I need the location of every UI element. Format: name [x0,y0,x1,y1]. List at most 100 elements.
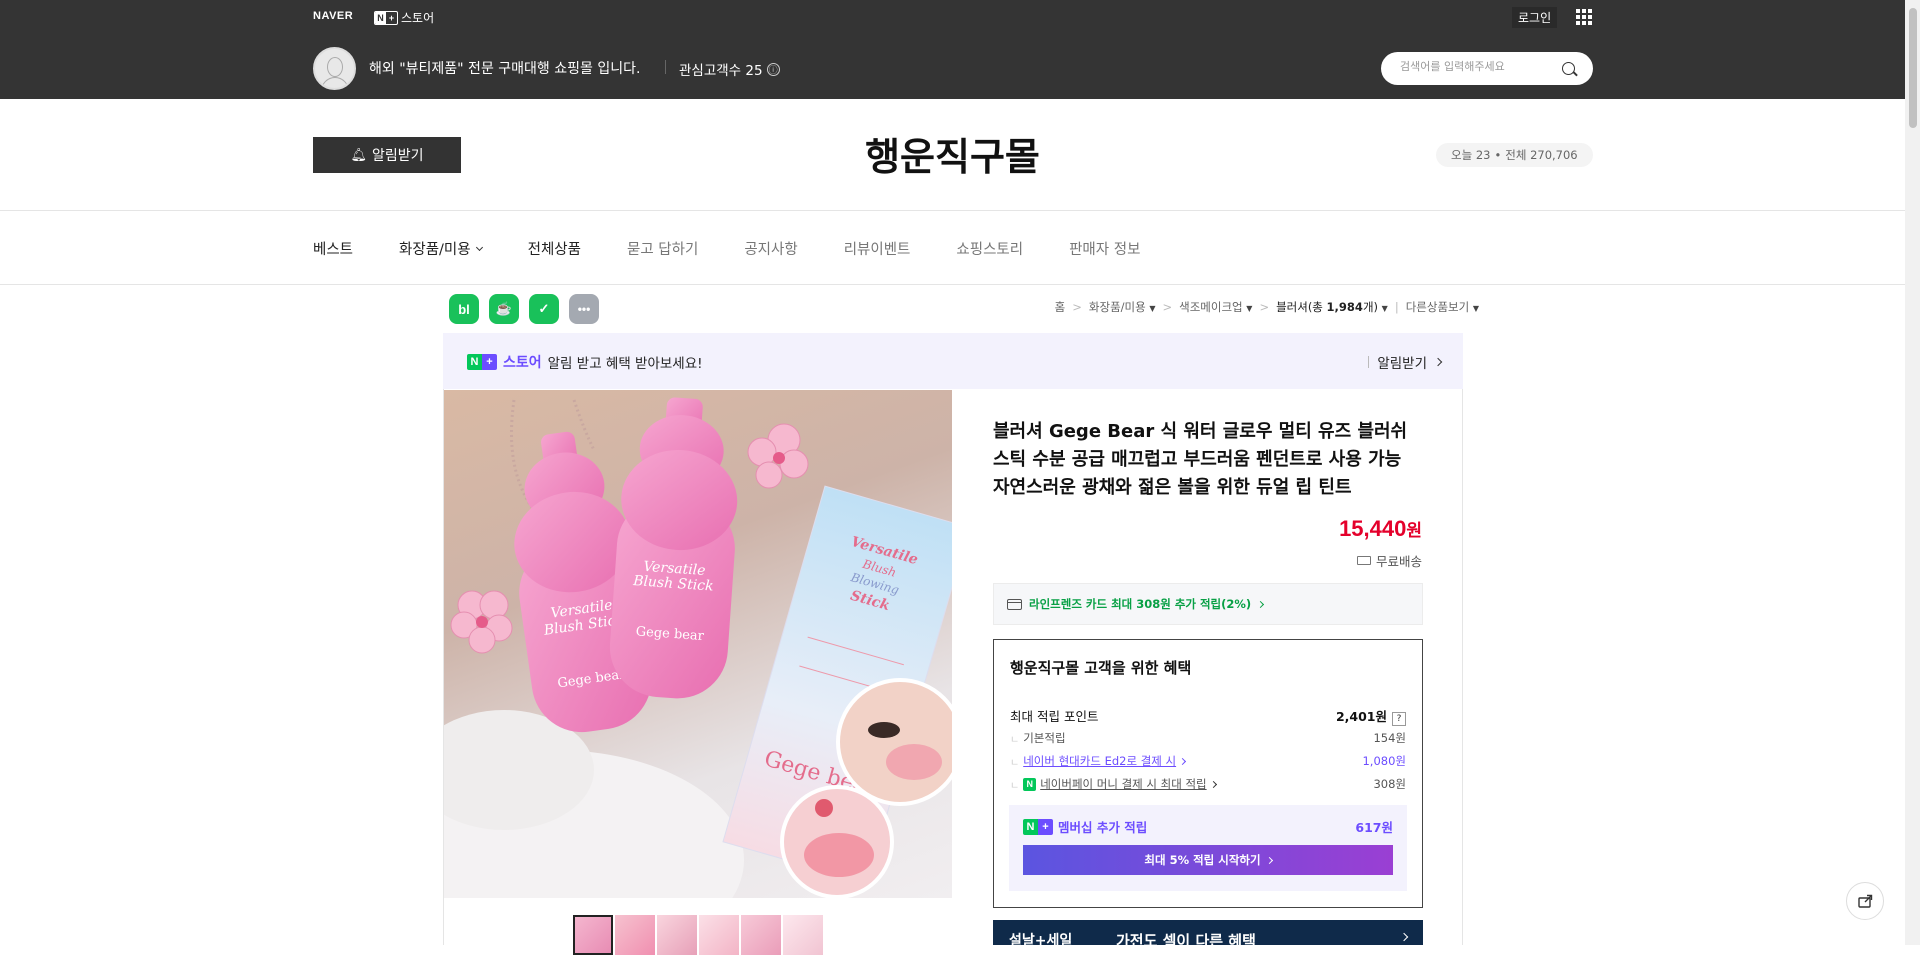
thumbnail-image[interactable] [573,915,613,955]
chevron-right-icon [1179,757,1187,765]
login-button[interactable]: 로그인 [1512,7,1558,28]
shipping-label: 무료배송 [1375,554,1422,569]
info-icon[interactable]: ⓘ [766,62,780,76]
card-points-row: ㄴ 네이버 현대카드 Ed2로 결제 시 1,080원 [1010,753,1406,769]
dot-separator: • [1494,148,1502,162]
divider: | [1394,300,1399,314]
product-price: 15,440원 [1339,516,1422,542]
blog-share-icon[interactable]: bl [449,294,479,324]
breadcrumb-blusher[interactable]: 블러셔(총 1,984개) ▼ [1276,299,1388,315]
breadcrumb-home[interactable]: 홈 [1055,299,1066,315]
membership-start-button[interactable]: 최대 5% 적립 시작하기 [1023,845,1393,875]
help-icon[interactable]: ? [1392,712,1406,726]
naver-plus-store-logo[interactable]: N + 스토어 [374,9,434,26]
chevron-right-icon [1209,780,1217,788]
search-box[interactable] [1381,52,1593,85]
breadcrumb-blusher-prefix: 블러셔(총 [1276,300,1327,314]
cafe-share-icon[interactable]: ☕ [489,294,519,324]
nav-item-review-event[interactable]: 리뷰이벤트 [844,238,911,259]
sale-banner[interactable]: 설날+세일 가전도 셀이 다른 혜택 [993,920,1423,945]
max-points-value: 2,401원 [1335,709,1387,724]
breadcrumb-color-makeup[interactable]: 색조메이크업 ▼ [1179,299,1252,315]
promo-bar: N + 스토어 알림 받고 혜택 받아보세요! 알림받기 [443,333,1463,389]
thumbnail-image[interactable] [657,915,697,955]
nav-item-qna[interactable]: 묻고 답하기 [627,238,698,259]
breadcrumb: 홈 > 화장품/미용 ▼ > 색조메이크업 ▼ > 블러셔(총 1,984개) … [1055,299,1479,315]
search-input[interactable] [1400,60,1560,73]
naver-logo[interactable]: NAVER [313,10,353,22]
n-plus-icon: N + [467,354,497,370]
max-points-row: 최대 적립 포인트 2,401원? [1010,706,1406,726]
shipping-info: 무료배송 [1356,551,1422,570]
product-main-image[interactable]: Versatile Blush Stick Gege bear Versatil… [444,390,952,898]
naver-pay-link[interactable]: 네이버페이 머니 결제 시 최대 적립 [1040,776,1206,792]
breadcrumb-separator: > [1072,300,1082,314]
membership-box: N + 멤버십 추가 적립 617원 최대 5% 적립 시작하기 [1009,805,1407,891]
share-icon [1858,894,1873,908]
nav-item-seller-info[interactable]: 판매자 정보 [1069,238,1140,259]
promo-store-label: 스토어 [503,355,542,371]
promo-alert-label: 알림받기 [1377,356,1427,372]
nav-item-shopping-story[interactable]: 쇼핑스토리 [956,238,1023,259]
card-points-value: 1,080원 [1362,754,1406,768]
divider [0,210,1905,211]
nav-item-all-products[interactable]: 전체상품 [528,238,581,259]
sale-banner-text: 가전도 셀이 다른 혜택 [1116,932,1256,945]
hyundai-card-link[interactable]: 네이버 현대카드 Ed2로 결제 시 [1023,753,1176,769]
thumbnail-image[interactable] [741,915,781,955]
membership-start-label: 최대 5% 적립 시작하기 [1144,853,1261,867]
breadcrumb-cosmetics-label: 화장품/미용 [1088,300,1146,314]
plus-mark: + [388,12,395,23]
price-value: 15,440 [1339,516,1407,541]
scrollbar-thumb[interactable] [1909,8,1917,128]
breadcrumb-color-makeup-label: 색조메이크업 [1179,300,1243,314]
tree-branch: ㄴ [1010,734,1020,746]
tree-branch: ㄴ [1010,757,1020,769]
nav-item-notice[interactable]: 공지사항 [744,238,797,259]
card-benefit-link[interactable]: 라인프렌즈 카드 최대 308원 추가 적립(2%) [993,583,1423,625]
band-share-icon[interactable]: ✓ [529,294,559,324]
breadcrumb-blusher-suffix: 개) [1362,300,1379,314]
nav-item-cosmetics[interactable]: 화장품/미용 [399,238,483,259]
other-products-link[interactable]: 다른상품보기 ▼ [1406,299,1479,315]
chevron-down-icon [475,243,483,251]
thumbnail-image[interactable] [699,915,739,955]
store-nav: 베스트 화장품/미용 전체상품 묻고 답하기 공지사항 리뷰이벤트 쇼핑스토리 … [313,238,1186,259]
breadcrumb-cosmetics[interactable]: 화장품/미용 ▼ [1089,299,1156,315]
thumbnail-image[interactable] [615,915,655,955]
caret-down-icon: ▼ [1381,304,1388,313]
total-visits: 전체 270,706 [1505,148,1578,162]
search-icon[interactable] [1562,62,1575,75]
tree-branch: ㄴ [1010,780,1020,792]
plus-mark: + [482,354,497,370]
promo-message: N + 스토어 알림 받고 혜택 받아보세요! [467,352,703,372]
price-unit: 원 [1406,521,1422,540]
more-share-icon[interactable]: ••• [569,294,599,324]
card-benefit-label: 라인프렌즈 카드 최대 308원 추가 적립(2%) [1029,597,1252,611]
caret-down-icon: ▼ [1149,304,1156,313]
promo-text: 알림 받고 혜택 받아보세요! [547,356,703,372]
page-scrollbar[interactable] [1905,0,1920,945]
visit-count: 오늘 23 • 전체 270,706 [1436,143,1593,167]
divider [665,60,666,74]
chevron-right-icon [1257,600,1265,608]
plus-mark: + [1038,818,1053,835]
today-visits: 오늘 23 [1451,148,1491,162]
nav-item-cosmetics-label: 화장품/미용 [399,242,471,258]
apps-grid-icon[interactable] [1576,9,1592,25]
breadcrumb-separator: > [1162,300,1173,314]
store-title[interactable]: 행운직구몰 [0,126,1905,181]
share-icons: bl ☕ ✓ ••• [449,294,599,324]
breadcrumb-separator: > [1259,300,1270,314]
basic-points-label: 기본적립 [1023,731,1066,745]
store-label: 스토어 [401,11,435,25]
thumbnail-image[interactable] [783,915,823,955]
basic-points-value: 154원 [1373,731,1406,745]
other-products-label: 다른상품보기 [1405,300,1470,314]
store-header: NAVER N + 스토어 로그인 해외 "뷰티제품" 전문 구매대행 쇼핑몰 … [0,0,1905,99]
store-avatar[interactable] [313,47,356,90]
nav-item-best[interactable]: 베스트 [313,238,353,259]
share-float-button[interactable] [1846,882,1884,920]
n-mark: N [467,354,482,370]
promo-alert-button[interactable]: 알림받기 [1368,352,1443,372]
